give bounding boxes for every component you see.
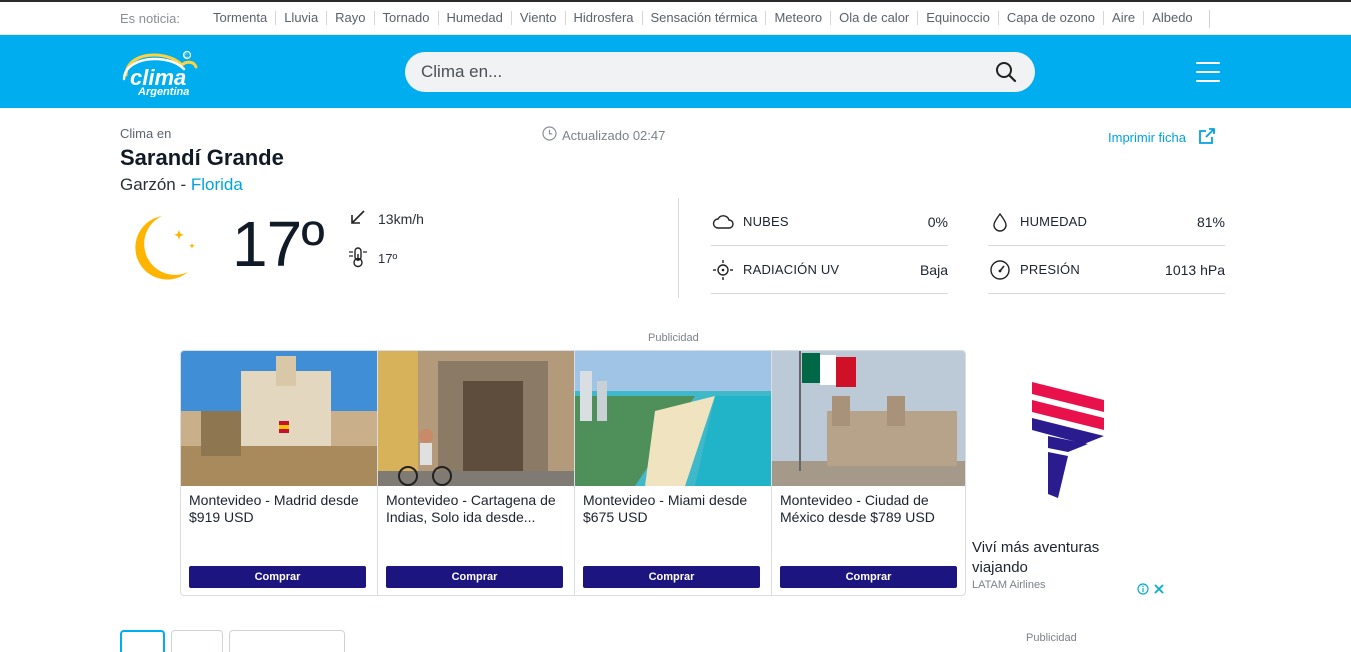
ad-title-madrid: Montevideo - Madrid desde $919 USD	[189, 492, 359, 525]
news-links: Tormenta Lluvia Rayo Tornado Humedad Vie…	[205, 11, 1201, 25]
news-link-tornado[interactable]: Tornado	[373, 11, 438, 25]
buy-button-madrid[interactable]: Comprar	[189, 566, 366, 588]
area-name: Garzón	[120, 175, 176, 194]
updated-label: Actualizado 02:47	[562, 127, 666, 143]
stat-humidity-label: HUMEDAD	[1020, 214, 1088, 229]
stat-clouds: NUBES 0%	[711, 198, 948, 246]
wind-direction-icon	[350, 209, 366, 228]
stat-humidity-value: 81%	[1196, 213, 1225, 230]
thermometer-icon	[348, 246, 368, 271]
ad-label: Publicidad	[648, 332, 699, 344]
news-bar: Es noticia: Tormenta Lluvia Rayo Tornado…	[0, 0, 1351, 35]
region-separator: -	[175, 175, 191, 194]
conditions-divider	[678, 198, 679, 298]
stat-pressure: PRESIÓN 1013 hPa	[988, 246, 1225, 294]
stat-humidity: HUMEDAD 81%	[988, 198, 1225, 246]
ad-card-madrid[interactable]: Montevideo - Madrid desde $919 USD Compr…	[181, 351, 378, 595]
ad-card-miami[interactable]: Montevideo - Miami desde $675 USD Compra…	[575, 351, 772, 595]
ad-image-cartagena	[378, 351, 574, 486]
page-title: Sarandí Grande	[120, 145, 284, 170]
location-intro: Clima en	[120, 126, 172, 141]
updated-time: Actualizado 02:47	[542, 126, 665, 144]
news-link-rayo[interactable]: Rayo	[326, 11, 373, 25]
search-icon[interactable]	[995, 61, 1017, 83]
news-link-capa-de-ozono[interactable]: Capa de ozono	[997, 11, 1103, 25]
latam-sponsor: LATAM Airlines	[972, 579, 1046, 591]
stat-uv: RADIACIÓN UV Baja	[711, 246, 948, 294]
buy-button-miami[interactable]: Comprar	[583, 566, 760, 588]
news-link-albedo[interactable]: Albedo	[1143, 11, 1200, 25]
print-button[interactable]: Imprimir ficha	[1108, 127, 1216, 148]
news-link-hidrosfera[interactable]: Hidrosfera	[564, 11, 642, 25]
svg-text:C: C	[184, 54, 188, 60]
close-icon[interactable]	[1153, 582, 1165, 600]
forecast-tabs	[120, 630, 345, 652]
stat-uv-value: Baja	[919, 261, 948, 278]
news-link-ola-de-calor[interactable]: Ola de calor	[830, 11, 917, 25]
external-link-icon	[1198, 127, 1216, 148]
ad-title-miami: Montevideo - Miami desde $675 USD	[583, 492, 748, 525]
tab-2[interactable]	[171, 630, 223, 652]
search-input[interactable]	[421, 52, 981, 92]
news-link-equinoccio[interactable]: Equinoccio	[917, 11, 998, 25]
search-box	[405, 52, 1035, 92]
hamburger-menu-icon[interactable]	[1194, 60, 1222, 84]
news-link-meteoro[interactable]: Meteoro	[765, 11, 830, 25]
news-link-tormenta[interactable]: Tormenta	[205, 11, 275, 25]
moon-icon	[122, 210, 200, 288]
news-link-aire[interactable]: Aire	[1103, 11, 1143, 25]
cloud-icon	[711, 210, 735, 234]
site-logo[interactable]: C clima Argentina	[120, 49, 202, 98]
tab-3[interactable]	[229, 630, 345, 652]
feels-like-value: 17º	[378, 251, 398, 266]
buy-button-mexico[interactable]: Comprar	[780, 566, 957, 588]
news-bar-divider	[1209, 10, 1210, 28]
stat-clouds-value: 0%	[927, 213, 948, 230]
logo-subtitle: Argentina	[137, 86, 189, 97]
latam-logo[interactable]	[1028, 380, 1108, 500]
news-bar-label: Es noticia:	[120, 11, 180, 26]
ad-title-cartagena: Montevideo - Cartagena de Indias, Solo i…	[386, 492, 556, 525]
print-label: Imprimir ficha	[1108, 130, 1187, 145]
latam-ad-title[interactable]: Viví más aventuras viajando	[972, 538, 1142, 578]
drop-icon	[988, 210, 1012, 234]
ad-image-mexico	[772, 351, 965, 486]
ad-label-bottom: Publicidad	[1026, 632, 1077, 644]
ad-image-miami	[575, 351, 771, 486]
wind-info: 13km/h	[350, 209, 424, 228]
current-temperature: 17º	[232, 208, 325, 280]
stat-pressure-value: 1013 hPa	[1165, 261, 1225, 278]
news-link-humedad[interactable]: Humedad	[437, 11, 511, 25]
info-icon[interactable]	[1137, 582, 1149, 600]
adchoices[interactable]	[1137, 582, 1165, 600]
news-link-sensacion-termica[interactable]: Sensación térmica	[641, 11, 766, 25]
location-region: Garzón - Florida	[120, 175, 243, 195]
sun-uv-icon	[711, 258, 735, 282]
gauge-icon	[988, 258, 1012, 282]
news-link-viento[interactable]: Viento	[510, 11, 565, 25]
ad-card-cartagena[interactable]: Montevideo - Cartagena de Indias, Solo i…	[378, 351, 575, 595]
ad-carousel: Montevideo - Madrid desde $919 USD Compr…	[180, 350, 966, 596]
site-header: C clima Argentina	[0, 35, 1351, 108]
province-link[interactable]: Florida	[191, 175, 243, 194]
stat-clouds-label: NUBES	[743, 214, 789, 229]
clock-icon	[542, 126, 557, 144]
tab-1[interactable]	[120, 630, 165, 652]
ad-card-mexico[interactable]: Montevideo - Ciudad de México desde $789…	[772, 351, 965, 595]
stat-uv-label: RADIACIÓN UV	[743, 262, 840, 277]
news-link-lluvia[interactable]: Lluvia	[275, 11, 326, 25]
buy-button-cartagena[interactable]: Comprar	[386, 566, 563, 588]
stat-pressure-label: PRESIÓN	[1020, 262, 1080, 277]
wind-speed: 13km/h	[378, 210, 424, 227]
feels-like-info: 17º	[348, 246, 397, 271]
ad-title-mexico: Montevideo - Ciudad de México desde $789…	[780, 492, 935, 525]
ad-image-madrid	[181, 351, 377, 486]
